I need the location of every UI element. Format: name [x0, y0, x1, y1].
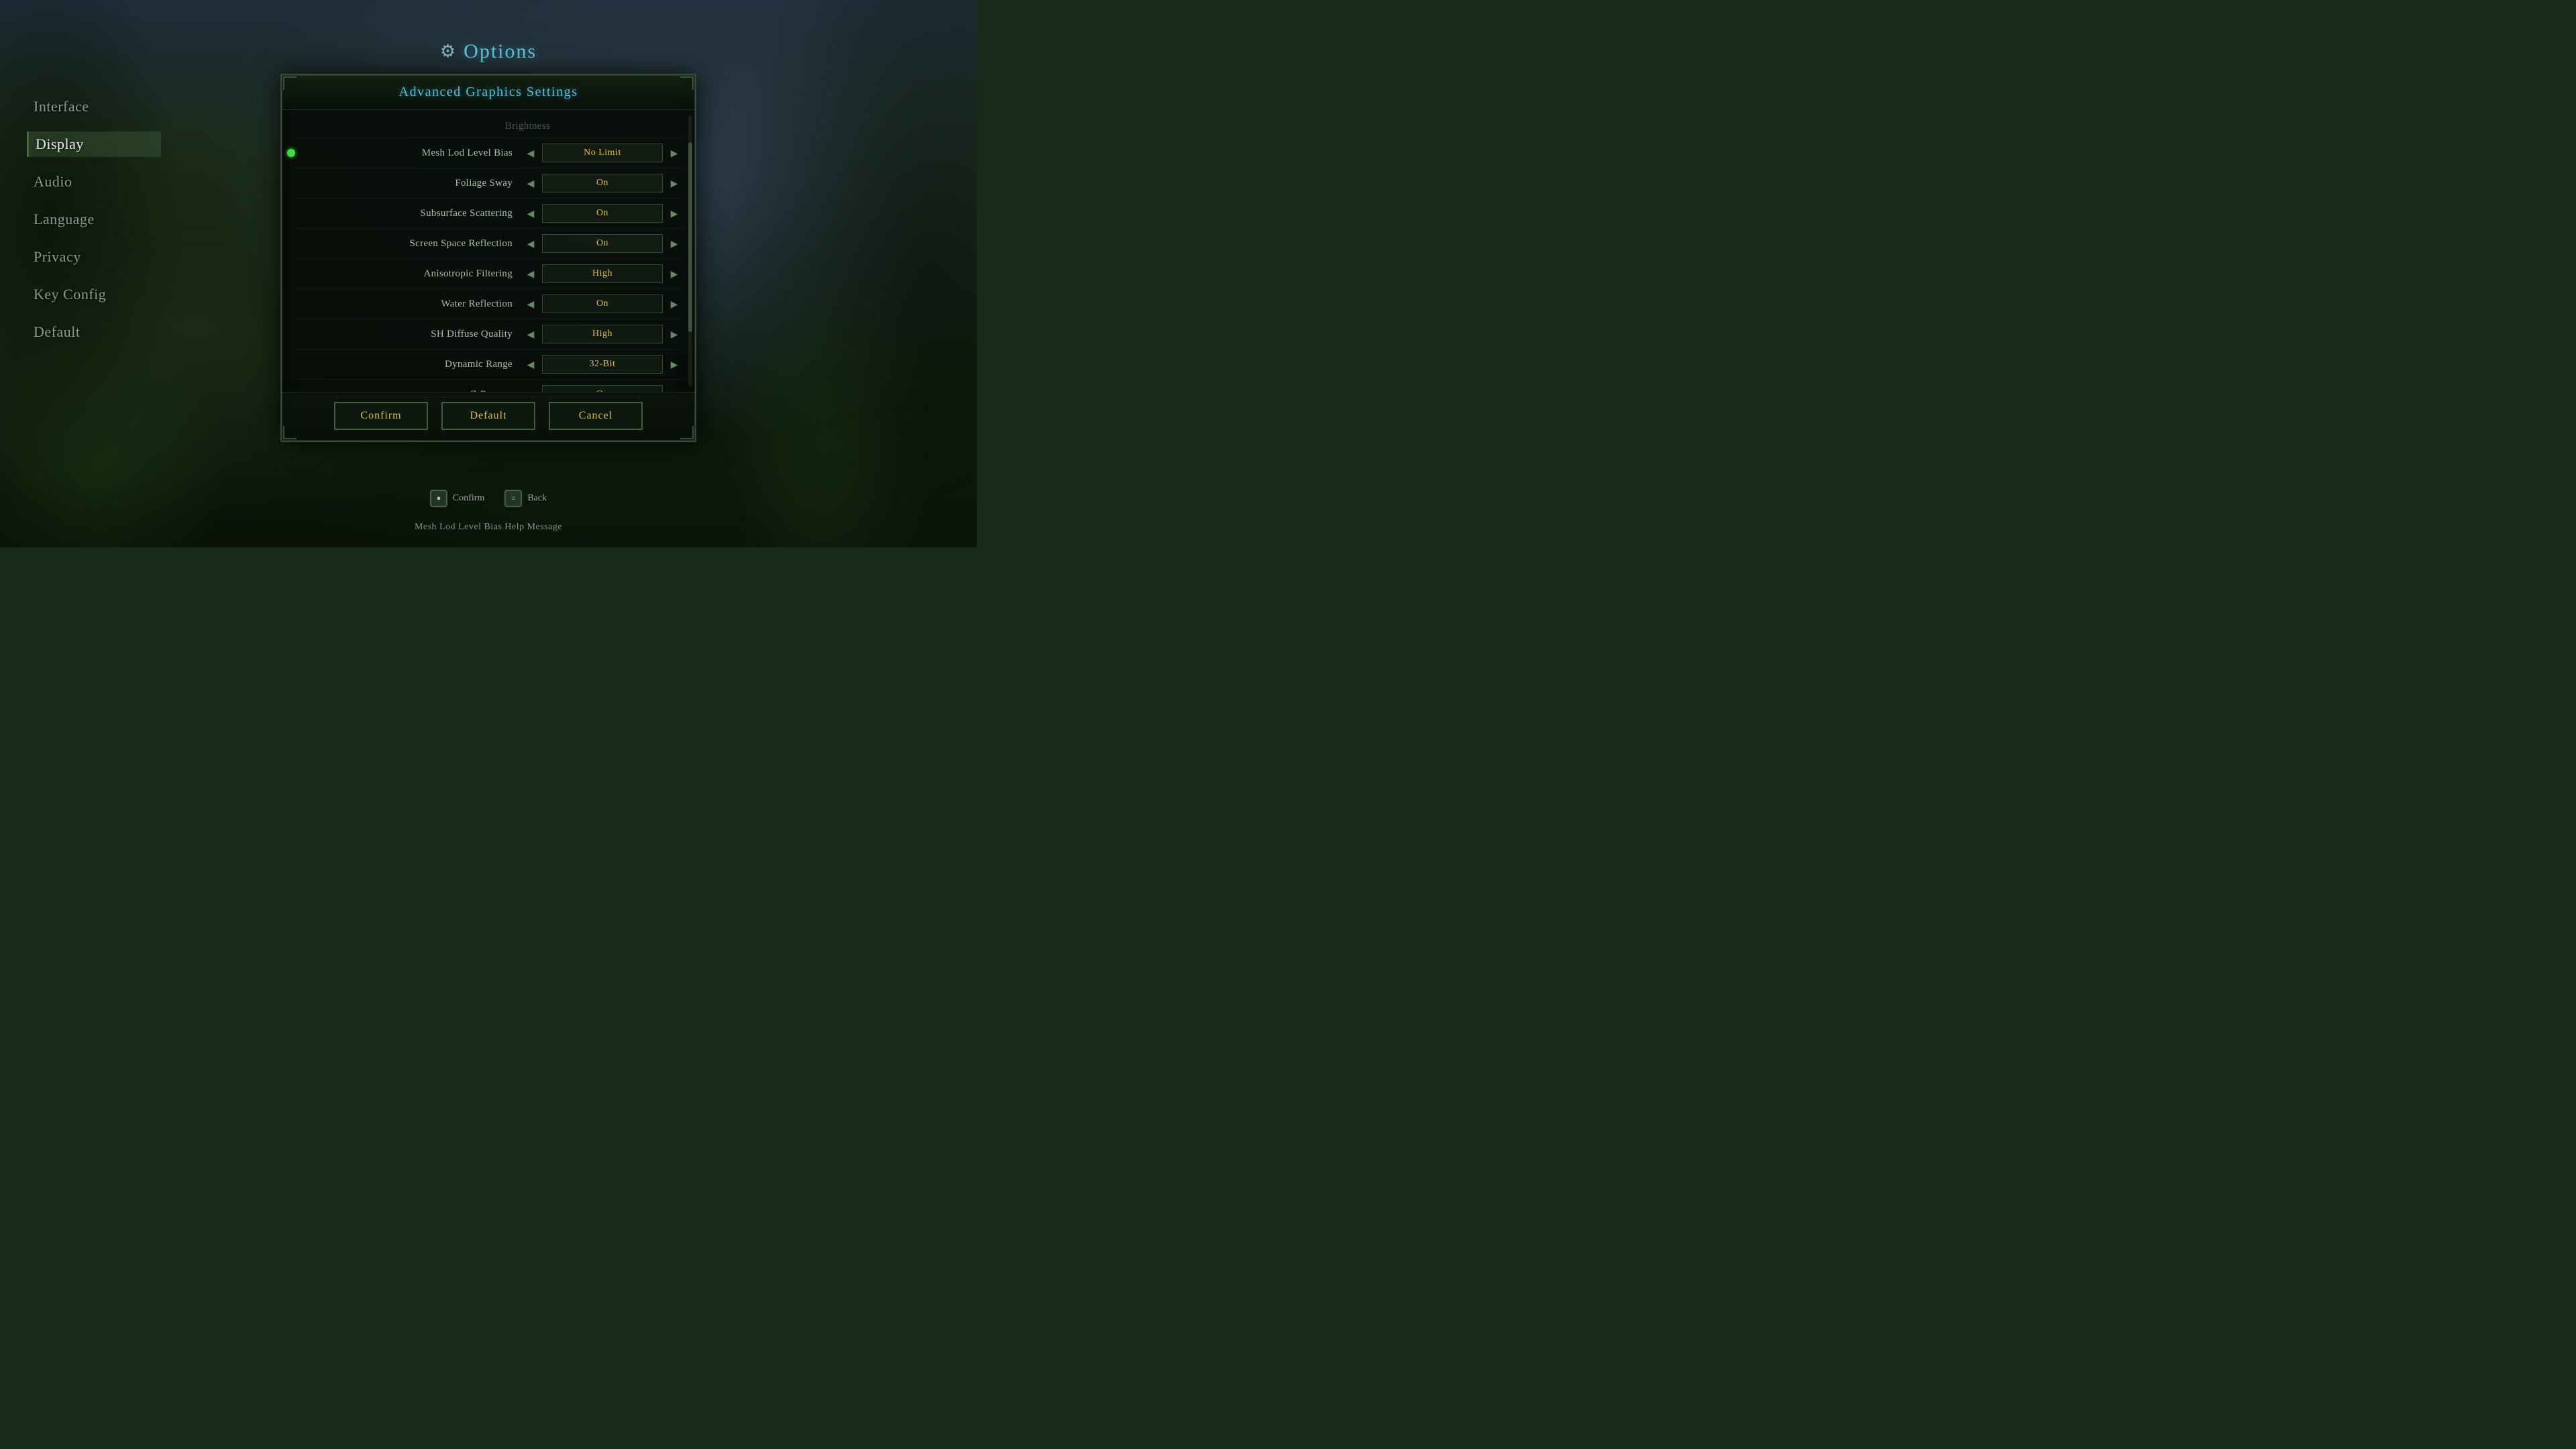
- setting-row-dynamic-range: Dynamic Range ◀ 32-Bit ▶: [292, 350, 684, 380]
- setting-row-mesh-lod: Mesh Lod Level Bias ◀ No Limit ▶: [292, 138, 684, 168]
- setting-label-z-prepass: Z-Prepass: [295, 389, 523, 392]
- setting-row-anisotropic-filtering: Anisotropic Filtering ◀ High ▶: [292, 259, 684, 289]
- corner-ornament-bl: [283, 426, 297, 439]
- anisotropic-filtering-prev-button[interactable]: ◀: [523, 264, 538, 283]
- back-ctrl-icon: ○: [504, 490, 522, 507]
- sidebar-item-interface[interactable]: Interface: [27, 94, 161, 119]
- setting-row-sh-diffuse-quality: SH Diffuse Quality ◀ High ▶: [292, 319, 684, 350]
- setting-control-water-reflection[interactable]: ◀ On ▶: [523, 294, 682, 313]
- setting-control-foliage-sway[interactable]: ◀ On ▶: [523, 174, 682, 193]
- setting-row-subsurface-scattering: Subsurface Scattering ◀ On ▶: [292, 199, 684, 229]
- help-message: Mesh Lod Level Bias Help Message: [415, 522, 562, 533]
- setting-control-sh-diffuse-quality[interactable]: ◀ High ▶: [523, 325, 682, 343]
- mesh-lod-next-button[interactable]: ▶: [667, 144, 682, 162]
- foliage-sway-next-button[interactable]: ▶: [667, 174, 682, 193]
- active-indicator: [287, 149, 295, 157]
- dynamic-range-prev-button[interactable]: ◀: [523, 355, 538, 374]
- default-button[interactable]: Default: [441, 402, 535, 430]
- mesh-lod-prev-button[interactable]: ◀: [523, 144, 538, 162]
- foliage-sway-value: On: [542, 174, 663, 193]
- z-prepass-value: On: [542, 385, 663, 392]
- screen-space-reflection-next-button[interactable]: ▶: [667, 234, 682, 253]
- sidebar-item-audio[interactable]: Audio: [27, 169, 161, 195]
- setting-row-brightness: Brightness: [292, 115, 684, 138]
- dialog-title: Advanced Graphics Settings: [399, 85, 578, 99]
- z-prepass-prev-button[interactable]: ◀: [523, 385, 538, 392]
- hint-confirm-label: Confirm: [453, 493, 484, 504]
- sh-diffuse-quality-value: High: [542, 325, 663, 343]
- page-title-area: ⚙ Options: [440, 40, 537, 63]
- dialog-header: Advanced Graphics Settings: [282, 75, 695, 110]
- water-reflection-prev-button[interactable]: ◀: [523, 294, 538, 313]
- confirm-ctrl-icon: ●: [430, 490, 447, 507]
- setting-label-subsurface-scattering: Subsurface Scattering: [295, 208, 523, 219]
- sidebar-item-display[interactable]: Display: [27, 131, 161, 157]
- setting-control-z-prepass[interactable]: ◀ On ▶: [523, 385, 682, 392]
- setting-label-dynamic-range: Dynamic Range: [295, 359, 523, 370]
- anisotropic-filtering-next-button[interactable]: ▶: [667, 264, 682, 283]
- setting-control-anisotropic-filtering[interactable]: ◀ High ▶: [523, 264, 682, 283]
- settings-list: Brightness Mesh Lod Level Bias ◀ No Limi…: [282, 115, 695, 392]
- subsurface-scattering-value: On: [542, 204, 663, 223]
- scroll-thumb[interactable]: [688, 142, 692, 332]
- setting-row-screen-space-reflection: Screen Space Reflection ◀ On ▶: [292, 229, 684, 259]
- anisotropic-filtering-value: High: [542, 264, 663, 283]
- setting-label-mesh-lod: Mesh Lod Level Bias: [295, 148, 523, 159]
- hint-back: ○ Back: [504, 490, 547, 507]
- sidebar: Interface Display Audio Language Privacy…: [27, 94, 161, 345]
- screen-space-reflection-value: On: [542, 234, 663, 253]
- subsurface-scattering-prev-button[interactable]: ◀: [523, 204, 538, 223]
- setting-label-screen-space-reflection: Screen Space Reflection: [295, 238, 523, 250]
- corner-ornament-tr: [680, 76, 694, 90]
- sh-diffuse-quality-next-button[interactable]: ▶: [667, 325, 682, 343]
- mesh-lod-value: No Limit: [542, 144, 663, 162]
- dialog-footer: Confirm Default Cancel: [282, 392, 695, 441]
- setting-label-water-reflection: Water Reflection: [295, 299, 523, 310]
- hint-confirm: ● Confirm: [430, 490, 484, 507]
- sidebar-item-keyconfig[interactable]: Key Config: [27, 282, 161, 307]
- sidebar-item-privacy[interactable]: Privacy: [27, 244, 161, 270]
- controller-hints: ● Confirm ○ Back: [430, 490, 547, 507]
- hint-back-label: Back: [527, 493, 547, 504]
- water-reflection-next-button[interactable]: ▶: [667, 294, 682, 313]
- setting-control-dynamic-range[interactable]: ◀ 32-Bit ▶: [523, 355, 682, 374]
- corner-ornament-tl: [283, 76, 297, 90]
- setting-label-sh-diffuse-quality: SH Diffuse Quality: [295, 329, 523, 340]
- dynamic-range-next-button[interactable]: ▶: [667, 355, 682, 374]
- setting-control-mesh-lod[interactable]: ◀ No Limit ▶: [523, 144, 682, 162]
- screen-space-reflection-prev-button[interactable]: ◀: [523, 234, 538, 253]
- sidebar-item-default[interactable]: Default: [27, 319, 161, 345]
- foliage-sway-prev-button[interactable]: ◀: [523, 174, 538, 193]
- cancel-button[interactable]: Cancel: [549, 402, 643, 430]
- gear-icon: ⚙: [440, 42, 455, 62]
- setting-row-z-prepass: Z-Prepass ◀ On ▶: [292, 380, 684, 392]
- dynamic-range-value: 32-Bit: [542, 355, 663, 374]
- setting-label-anisotropic-filtering: Anisotropic Filtering: [295, 268, 523, 280]
- scroll-track[interactable]: [688, 115, 692, 386]
- setting-row-foliage-sway: Foliage Sway ◀ On ▶: [292, 168, 684, 199]
- setting-control-screen-space-reflection[interactable]: ◀ On ▶: [523, 234, 682, 253]
- z-prepass-next-button[interactable]: ▶: [667, 385, 682, 392]
- setting-row-water-reflection: Water Reflection ◀ On ▶: [292, 289, 684, 319]
- subsurface-scattering-next-button[interactable]: ▶: [667, 204, 682, 223]
- dialog-panel: Advanced Graphics Settings Brightness Me…: [280, 74, 696, 442]
- corner-ornament-br: [680, 426, 694, 439]
- sh-diffuse-quality-prev-button[interactable]: ◀: [523, 325, 538, 343]
- water-reflection-value: On: [542, 294, 663, 313]
- sidebar-item-language[interactable]: Language: [27, 207, 161, 232]
- page-title: Options: [464, 40, 537, 63]
- setting-label-brightness: Brightness: [295, 121, 561, 132]
- setting-control-subsurface-scattering[interactable]: ◀ On ▶: [523, 204, 682, 223]
- confirm-button[interactable]: Confirm: [334, 402, 428, 430]
- setting-label-foliage-sway: Foliage Sway: [295, 178, 523, 189]
- dialog-content: Brightness Mesh Lod Level Bias ◀ No Limi…: [282, 110, 695, 392]
